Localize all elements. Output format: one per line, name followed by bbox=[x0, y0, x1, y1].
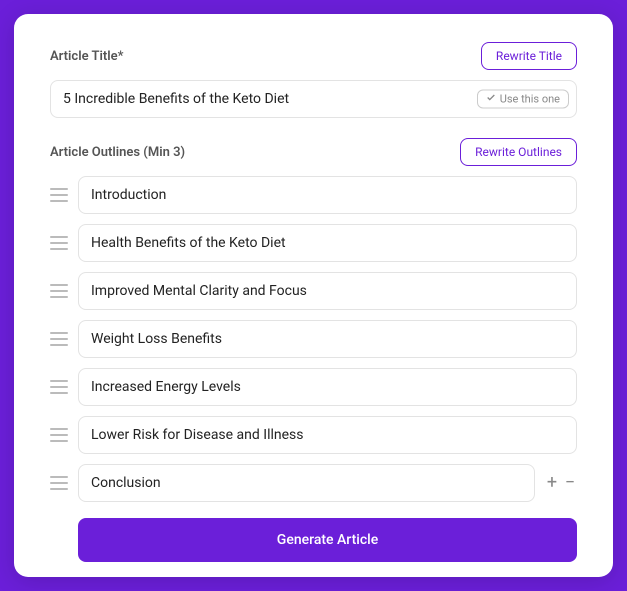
drag-handle-icon[interactable] bbox=[50, 428, 68, 442]
drag-handle-icon[interactable] bbox=[50, 332, 68, 346]
outline-row bbox=[50, 224, 577, 262]
form-card: Article Title* Rewrite Title Use this on… bbox=[14, 14, 613, 577]
use-badge-label: Use this one bbox=[500, 93, 560, 106]
rewrite-title-button[interactable]: Rewrite Title bbox=[481, 42, 577, 70]
outline-input[interactable] bbox=[78, 368, 577, 406]
outline-input[interactable] bbox=[78, 176, 577, 214]
title-section-head: Article Title* Rewrite Title bbox=[50, 42, 577, 70]
outline-row bbox=[50, 416, 577, 454]
add-outline-icon[interactable]: + bbox=[545, 476, 559, 490]
drag-handle-icon[interactable] bbox=[50, 188, 68, 202]
article-outlines-label: Article Outlines (Min 3) bbox=[50, 145, 185, 160]
row-controls: +− bbox=[545, 476, 577, 490]
outlines-list: +− bbox=[50, 176, 577, 502]
title-input-wrap: Use this one bbox=[50, 80, 577, 118]
use-this-one-button[interactable]: Use this one bbox=[477, 90, 569, 109]
drag-handle-icon[interactable] bbox=[50, 380, 68, 394]
rewrite-outlines-button[interactable]: Rewrite Outlines bbox=[460, 138, 577, 166]
outline-input[interactable] bbox=[78, 224, 577, 262]
article-title-label: Article Title* bbox=[50, 49, 123, 64]
drag-handle-icon[interactable] bbox=[50, 236, 68, 250]
outline-row: +− bbox=[50, 464, 577, 502]
outline-input[interactable] bbox=[78, 464, 535, 502]
outline-row bbox=[50, 320, 577, 358]
remove-outline-icon[interactable]: − bbox=[563, 476, 577, 490]
outline-input[interactable] bbox=[78, 272, 577, 310]
outline-row bbox=[50, 272, 577, 310]
outline-row bbox=[50, 176, 577, 214]
outline-input[interactable] bbox=[78, 416, 577, 454]
drag-handle-icon[interactable] bbox=[50, 284, 68, 298]
check-icon bbox=[486, 93, 496, 106]
generate-article-button[interactable]: Generate Article bbox=[78, 518, 577, 562]
outline-input[interactable] bbox=[78, 320, 577, 358]
outline-row bbox=[50, 368, 577, 406]
outlines-section-head: Article Outlines (Min 3) Rewrite Outline… bbox=[50, 138, 577, 166]
drag-handle-icon[interactable] bbox=[50, 476, 68, 490]
